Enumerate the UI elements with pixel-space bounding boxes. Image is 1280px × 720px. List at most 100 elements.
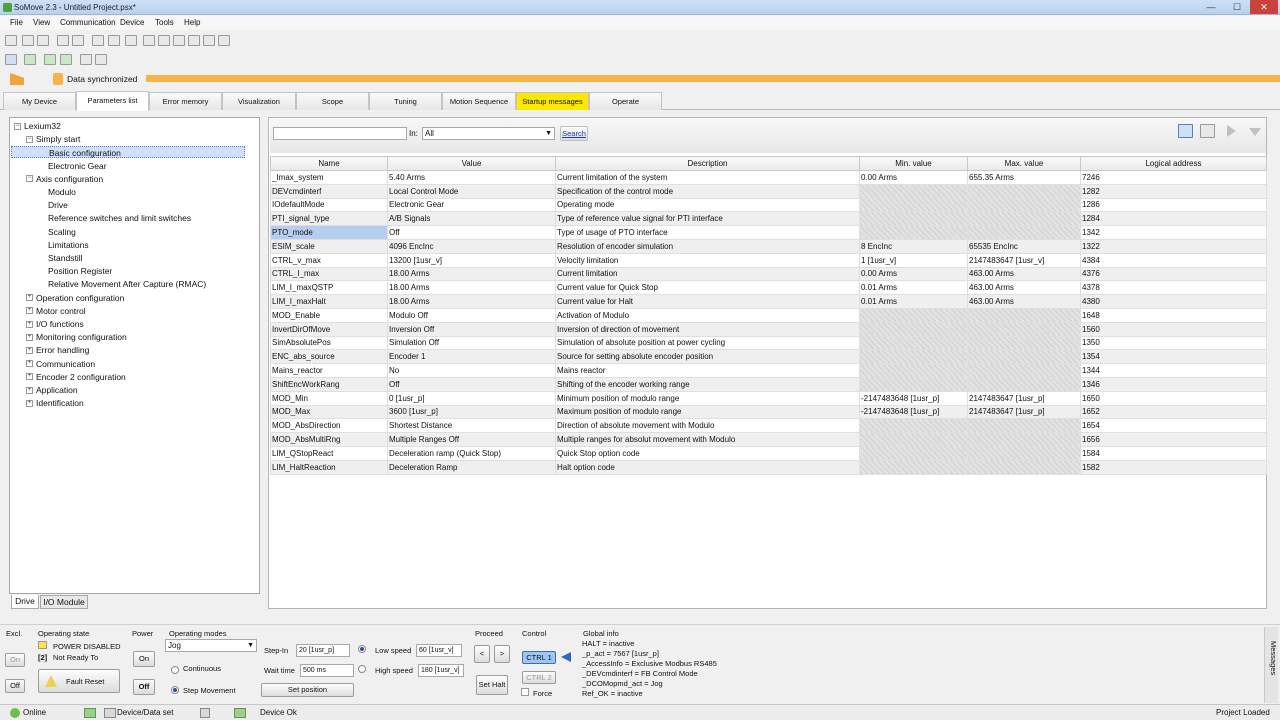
table-row[interactable]: Mains_reactor No Mains reactor 1344 xyxy=(270,363,1267,378)
store-icon[interactable] xyxy=(44,54,56,65)
param-value[interactable]: Modulo Off xyxy=(387,307,556,323)
tree-node[interactable]: Error handling xyxy=(36,344,89,356)
table-row[interactable]: CTRL_I_max 18.00 Arms Current limitation 0.… xyxy=(270,266,1267,282)
table-row[interactable]: ShiftEncWorkRang Off Shifting of the encod… xyxy=(270,376,1267,392)
param-value[interactable]: 5.40 Arms xyxy=(387,170,556,185)
excl-on-button[interactable]: On xyxy=(5,653,25,667)
tree-node[interactable]: I/O functions xyxy=(36,318,84,330)
proceed-forward-button[interactable]: > xyxy=(494,645,510,663)
save-icon[interactable] xyxy=(57,35,69,46)
tree-expander-icon[interactable]: + xyxy=(26,320,33,328)
menu-help[interactable]: Help xyxy=(184,18,200,27)
new-file-icon[interactable] xyxy=(22,35,34,46)
param-value[interactable]: 18.00 Arms xyxy=(387,266,556,282)
tree-node[interactable]: Application xyxy=(36,384,78,396)
param-value[interactable]: Deceleration Ramp xyxy=(387,459,556,475)
menu-view[interactable]: View xyxy=(33,18,50,27)
tab-io-module[interactable]: I/O Module xyxy=(40,595,88,609)
tree-expander-icon[interactable]: + xyxy=(26,360,33,368)
ctrl1-button[interactable]: CTRL 1 xyxy=(522,651,556,664)
table-row[interactable]: PTI_signal_type A/B Signals Type of refere… xyxy=(270,211,1267,227)
tree-expander-icon[interactable]: + xyxy=(26,294,33,302)
table-row[interactable]: LIM_I_maxQSTP 18.00 Arms Current value for… xyxy=(270,280,1267,296)
tree-node[interactable]: Basic configuration xyxy=(11,146,245,159)
param-value[interactable]: 13200 [1usr_v] xyxy=(387,252,556,268)
param-value[interactable]: Deceleration ramp (Quick Stop) xyxy=(387,445,556,461)
tree-expander-icon[interactable]: − xyxy=(26,135,33,143)
print-icon[interactable] xyxy=(92,35,104,46)
param-value[interactable]: Inversion Off xyxy=(387,321,556,337)
low-speed-input[interactable]: 60 [1usr_v] xyxy=(416,644,462,657)
col-logical-address[interactable]: Logical address xyxy=(1080,156,1267,171)
filter-icon[interactable] xyxy=(1249,128,1261,136)
tree-expander-icon[interactable]: + xyxy=(26,307,33,315)
tree-node[interactable]: Standstill xyxy=(48,252,83,264)
tree-node[interactable]: Reference switches and limit switches xyxy=(48,212,191,224)
connect-icon[interactable] xyxy=(5,54,17,65)
tree-node[interactable]: Electronic Gear xyxy=(48,160,107,172)
step-in-input[interactable]: 20 [1usr_p] xyxy=(296,644,350,657)
table-row[interactable]: LIM_I_maxHalt 18.00 Arms Current value for… xyxy=(270,294,1267,309)
ctrl2-button[interactable]: CTRL 2 xyxy=(522,671,556,684)
table-row[interactable]: LIM_QStopReact Deceleration ramp (Quick S… xyxy=(270,445,1267,461)
table-row[interactable]: ENC_abs_source Encoder 1 Source for settin… xyxy=(270,349,1267,365)
table-row[interactable]: SimAbsolutePos Simulation Off Simulation o… xyxy=(270,335,1267,351)
tab-operate[interactable]: Operate xyxy=(589,92,662,110)
tree-expander-icon[interactable]: − xyxy=(14,122,21,130)
param-value[interactable]: Shortest Distance xyxy=(387,418,556,434)
tab-parameters-list[interactable]: Parameters list xyxy=(76,91,149,111)
table-row[interactable]: MOD_Min 0 [1usr_p] Minimum position of mod… xyxy=(270,390,1267,406)
search-scope-select[interactable]: All ▼ xyxy=(422,127,555,140)
home-icon[interactable] xyxy=(5,35,17,46)
upload-icon[interactable] xyxy=(218,35,230,46)
import-icon[interactable] xyxy=(125,35,137,46)
table-row[interactable]: IOdefaultMode Electronic Gear Operating mo… xyxy=(270,197,1267,213)
refresh-icon[interactable] xyxy=(24,54,36,65)
col-value[interactable]: Value xyxy=(387,156,556,171)
tree-node[interactable]: Lexium32 xyxy=(24,120,61,132)
tree-node[interactable]: Identification xyxy=(36,397,84,409)
tree-node[interactable]: Communication xyxy=(36,358,95,370)
col-name[interactable]: Name xyxy=(270,156,388,171)
table-view-icon[interactable] xyxy=(1178,124,1193,138)
excl-off-button[interactable]: Off xyxy=(5,679,25,693)
stop-icon[interactable] xyxy=(80,54,92,65)
compare-icon[interactable] xyxy=(173,35,185,46)
save-all-icon[interactable] xyxy=(72,35,84,46)
tree-node[interactable]: Operation configuration xyxy=(36,292,124,304)
tab-drive[interactable]: Drive xyxy=(11,595,39,609)
tab-my-device[interactable]: My Device xyxy=(3,92,76,110)
tree-expander-icon[interactable]: + xyxy=(26,373,33,381)
table-row[interactable]: InvertDirOfMove Inversion Off Inversion of… xyxy=(270,321,1267,337)
param-value[interactable]: 4096 EncInc xyxy=(387,238,556,254)
col-description[interactable]: Description xyxy=(555,156,860,171)
set-halt-button[interactable]: Set Halt xyxy=(476,675,508,695)
paste-icon[interactable] xyxy=(158,35,170,46)
table-row[interactable]: CTRL_v_max 13200 [1usr_v] Velocity limitat… xyxy=(270,252,1267,268)
param-value[interactable]: Electronic Gear xyxy=(387,197,556,213)
tree-node[interactable]: Scaling xyxy=(48,226,76,238)
table-row[interactable]: PTO_mode Off Type of usage of PTO interfac… xyxy=(270,225,1267,240)
param-value[interactable]: 0 [1usr_p] xyxy=(387,390,556,406)
tree-expander-icon[interactable]: + xyxy=(26,333,33,341)
high-speed-radio[interactable] xyxy=(358,665,366,673)
table-row[interactable]: ESIM_scale 4096 EncInc Resolution of encod… xyxy=(270,238,1267,254)
tree-node[interactable]: Drive xyxy=(48,199,68,211)
tree-expander-icon[interactable]: + xyxy=(26,346,33,354)
tree-expander-icon[interactable]: + xyxy=(26,399,33,407)
force-checkbox[interactable] xyxy=(521,688,529,696)
tree-node[interactable]: Limitations xyxy=(48,239,89,251)
operating-mode-select[interactable]: Jog ▼ xyxy=(165,639,257,652)
tree-expander-icon[interactable]: + xyxy=(26,386,33,394)
param-value[interactable]: Off xyxy=(387,225,556,240)
transfer-icon[interactable] xyxy=(188,35,200,46)
tree-node[interactable]: Modulo xyxy=(48,186,76,198)
table-row[interactable]: MOD_Enable Modulo Off Activation of Modulo… xyxy=(270,307,1267,323)
tree-expander-icon[interactable]: − xyxy=(26,175,33,183)
col-min-value[interactable]: Min. value xyxy=(859,156,968,171)
power-off-button[interactable]: Off xyxy=(133,679,155,695)
table-row[interactable]: DEVcmdinterf Local Control Mode Specificat… xyxy=(270,183,1267,199)
table-row[interactable]: LIM_HaltReaction Deceleration Ramp Halt op… xyxy=(270,459,1267,475)
play-icon[interactable] xyxy=(1227,125,1236,137)
step-movement-radio[interactable] xyxy=(171,686,179,694)
